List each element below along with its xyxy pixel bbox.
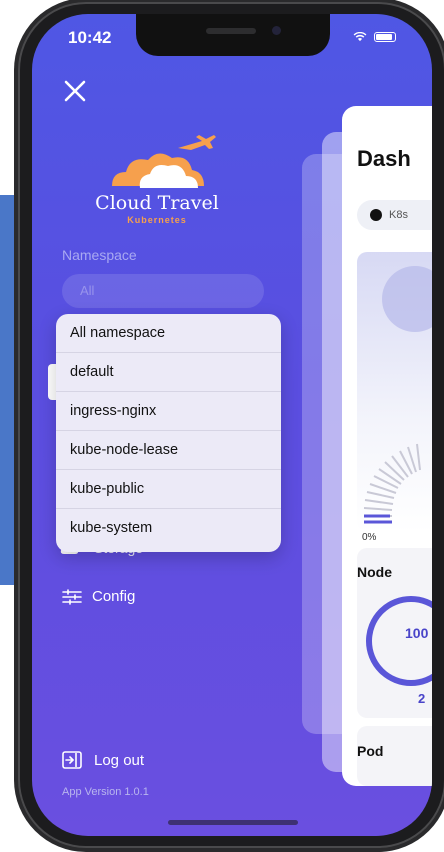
namespace-option[interactable]: kube-public xyxy=(56,470,281,509)
node-title: Node xyxy=(357,564,392,580)
phone-screen: 10:42 Dash K8s 0% Node 100 2 Pod Cloud T… xyxy=(32,14,432,836)
brand-title: Cloud Travel xyxy=(95,192,219,214)
speaker xyxy=(206,28,256,34)
drawer-tab-indicator xyxy=(48,364,56,400)
cluster-dot-icon xyxy=(370,209,382,221)
camera xyxy=(272,26,281,35)
cloud-plane-logo-icon xyxy=(112,135,216,188)
namespace-label: Namespace xyxy=(62,247,137,263)
namespace-option[interactable]: kube-node-lease xyxy=(56,431,281,470)
brand-subtitle: Kubernetes xyxy=(127,215,187,225)
wifi-icon xyxy=(353,32,367,42)
namespace-option[interactable]: default xyxy=(56,353,281,392)
logout-icon xyxy=(62,751,82,769)
namespace-option[interactable]: ingress-nginx xyxy=(56,392,281,431)
battery-icon xyxy=(374,32,396,42)
cluster-pill-label: K8s xyxy=(389,209,408,221)
status-icons xyxy=(352,32,396,42)
status-time: 10:42 xyxy=(68,28,112,47)
node-value: 100 xyxy=(405,625,429,641)
node-sub-value: 2 xyxy=(418,691,426,706)
app-version: App Version 1.0.1 xyxy=(62,786,149,798)
pod-title: Pod xyxy=(357,743,384,759)
config-label: Config xyxy=(92,588,136,605)
cluster-pill[interactable]: K8s xyxy=(357,200,432,230)
logout-label: Log out xyxy=(94,751,145,769)
notch xyxy=(136,14,330,56)
dashboard-title: Dash xyxy=(357,146,411,171)
logout-button[interactable]: Log out xyxy=(62,751,144,769)
sliders-icon xyxy=(62,588,82,605)
namespace-option[interactable]: kube-system xyxy=(56,509,281,548)
config-menu-item[interactable]: Config xyxy=(62,588,135,605)
close-icon[interactable] xyxy=(62,78,88,104)
namespace-dropdown: All namespace default ingress-nginx kube… xyxy=(56,314,281,552)
namespace-select[interactable]: All xyxy=(62,274,264,308)
dashboard-card[interactable]: Dash K8s 0% Node 100 2 Pod xyxy=(342,106,432,786)
gauge-min-label: 0% xyxy=(362,532,377,543)
home-indicator[interactable] xyxy=(168,820,298,825)
namespace-option[interactable]: All namespace xyxy=(56,314,281,353)
gauge-ticks-icon xyxy=(363,443,421,524)
namespace-selected-value: All xyxy=(80,283,95,298)
